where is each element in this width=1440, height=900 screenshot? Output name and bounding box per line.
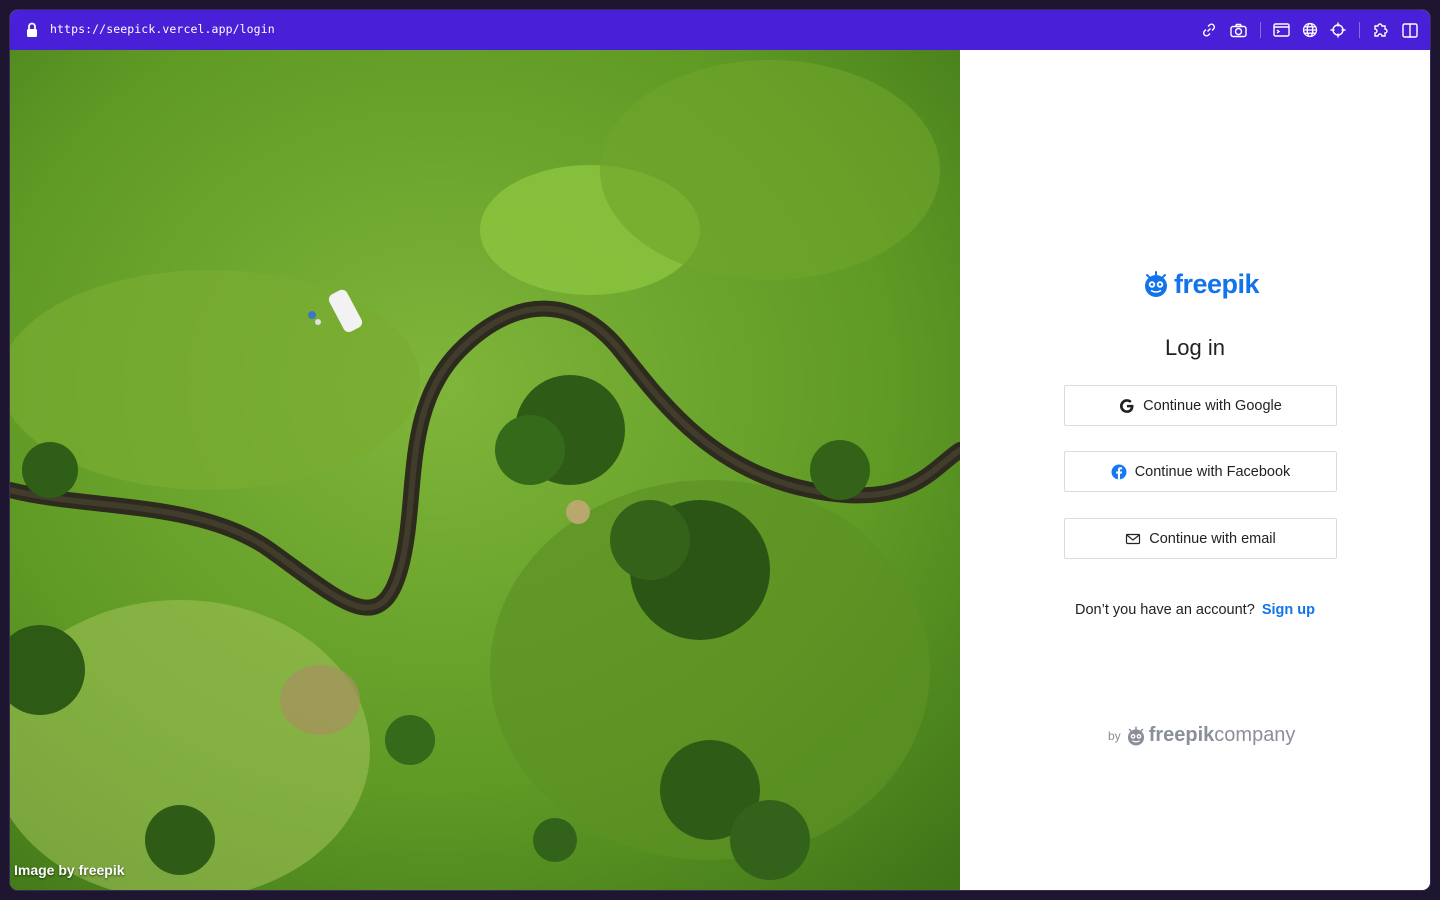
freepik-company-mascot-icon <box>1127 725 1144 746</box>
link-icon[interactable] <box>1200 21 1218 39</box>
freepik-company-footer[interactable]: by freepik company <box>1108 724 1295 747</box>
address-bar[interactable]: https://seepick.vercel.app/login <box>10 10 1430 50</box>
toolbar-separator <box>1359 22 1360 38</box>
terminal-icon[interactable] <box>1272 21 1290 39</box>
footer-by-text: by <box>1108 728 1121 743</box>
email-button-label: Continue with email <box>1149 530 1276 547</box>
continue-with-facebook-button[interactable]: Continue with Facebook <box>1064 451 1337 492</box>
google-icon <box>1119 398 1135 414</box>
crosshair-icon[interactable] <box>1329 21 1347 39</box>
lock-icon <box>27 22 37 37</box>
continue-with-google-button[interactable]: Continue with Google <box>1064 385 1337 426</box>
footer-brand-bold: freepik <box>1148 724 1215 746</box>
facebook-button-label: Continue with Facebook <box>1134 463 1291 480</box>
signup-prompt-text: Don’t you have an account? <box>1075 602 1255 618</box>
logo-text: freepik <box>1174 268 1260 299</box>
hero-landscape-image: Image by freepik <box>10 50 960 890</box>
page-title: Log in <box>1165 335 1225 360</box>
continue-with-email-button[interactable]: Continue with email <box>1064 518 1337 559</box>
url-text[interactable]: https://seepick.vercel.app/login <box>50 22 275 36</box>
freepik-mascot-icon <box>1145 271 1167 297</box>
toolbar-separator <box>1260 22 1261 38</box>
signup-prompt: Don’t you have an account? Sign up <box>960 602 1430 618</box>
envelope-icon <box>1125 531 1141 547</box>
extension-icon[interactable] <box>1372 21 1390 39</box>
signup-link[interactable]: Sign up <box>1262 602 1315 618</box>
image-credit: Image by freepik <box>14 862 125 878</box>
google-button-label: Continue with Google <box>1143 397 1282 414</box>
footer-brand-light: company <box>1214 724 1296 746</box>
facebook-icon <box>1111 464 1127 480</box>
login-panel: freepik Log in Continue with Google Cont… <box>960 50 1430 890</box>
sidebar-icon[interactable] <box>1401 21 1419 39</box>
camera-icon[interactable] <box>1229 21 1247 39</box>
freepik-logo[interactable]: freepik <box>1142 268 1260 300</box>
browser-window: https://seepick.vercel.app/login Image b… <box>10 10 1430 890</box>
globe-icon[interactable] <box>1301 21 1319 39</box>
